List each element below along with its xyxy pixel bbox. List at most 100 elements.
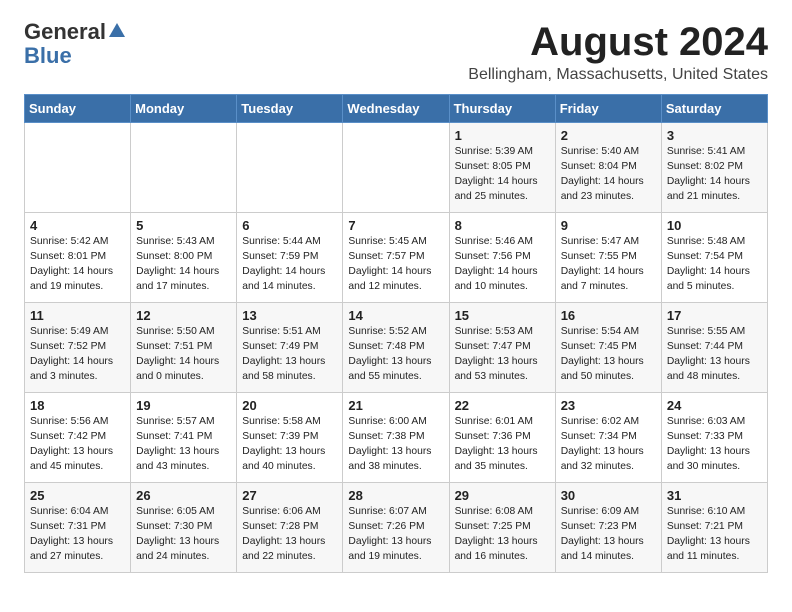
- cell-info: Daylight: 14 hours and 14 minutes.: [242, 265, 337, 295]
- calendar-cell: 14Sunrise: 5:52 AMSunset: 7:48 PMDayligh…: [343, 303, 449, 393]
- cell-info: Sunrise: 5:47 AM: [561, 235, 656, 250]
- calendar-cell: [131, 123, 237, 213]
- cell-info: Sunset: 7:55 PM: [561, 250, 656, 265]
- calendar-cell: 18Sunrise: 5:56 AMSunset: 7:42 PMDayligh…: [25, 393, 131, 483]
- calendar-cell: 7Sunrise: 5:45 AMSunset: 7:57 PMDaylight…: [343, 213, 449, 303]
- week-row-1: 1Sunrise: 5:39 AMSunset: 8:05 PMDaylight…: [25, 123, 768, 213]
- day-number: 11: [30, 308, 125, 323]
- calendar-cell: 2Sunrise: 5:40 AMSunset: 8:04 PMDaylight…: [555, 123, 661, 213]
- cell-info: Sunrise: 5:51 AM: [242, 325, 337, 340]
- day-number: 15: [455, 308, 550, 323]
- day-number: 13: [242, 308, 337, 323]
- cell-info: Sunset: 7:41 PM: [136, 430, 231, 445]
- calendar-cell: 25 Sunrise: 6:04 AMSunset: 7:31 PMDayligh…: [25, 483, 131, 573]
- cell-info: Daylight: 13 hours and 50 minutes.: [561, 355, 656, 385]
- day-number: 3: [667, 128, 762, 143]
- week-row-5: 25Sunrise: 6:04 AMSunset: 7:31 PMDayligh…: [25, 483, 768, 573]
- cell-info: Sunset: 7:33 PM: [667, 430, 762, 445]
- calendar-cell: 12Sunrise: 5:50 AMSunset: 7:51 PMDayligh…: [131, 303, 237, 393]
- calendar-cell: 8Sunrise: 5:46 AMSunset: 7:56 PMDaylight…: [449, 213, 555, 303]
- cell-info: Daylight: 14 hours and 25 minutes.: [455, 175, 550, 205]
- cell-info: Daylight: 14 hours and 0 minutes.: [136, 355, 231, 385]
- day-number: 19: [136, 398, 231, 413]
- cell-info: Sunset: 7:48 PM: [348, 340, 443, 355]
- cell-info: Sunrise: 6:03 AM: [667, 415, 762, 430]
- cell-info: Sunrise: 5:58 AM: [242, 415, 337, 430]
- cell-info: Daylight: 13 hours and 14 minutes.: [561, 535, 656, 565]
- cell-info: Daylight: 13 hours and 53 minutes.: [455, 355, 550, 385]
- cell-info: Daylight: 14 hours and 17 minutes.: [136, 265, 231, 295]
- calendar-cell: [25, 123, 131, 213]
- day-number: 8: [455, 218, 550, 233]
- cell-info: Sunset: 7:49 PM: [242, 340, 337, 355]
- cell-info: Daylight: 13 hours and 58 minutes.: [242, 355, 337, 385]
- cell-info: Sunset: 7:34 PM: [561, 430, 656, 445]
- cell-info: Sunset: 7:52 PM: [30, 340, 125, 355]
- cell-info: Sunset: 7:51 PM: [136, 340, 231, 355]
- day-number: 31: [667, 488, 762, 503]
- cell-info: Sunset: 7:30 PM: [136, 520, 231, 535]
- cell-info: Daylight: 13 hours and 55 minutes.: [348, 355, 443, 385]
- calendar-cell: 6Sunrise: 5:44 AMSunset: 7:59 PMDaylight…: [237, 213, 343, 303]
- day-number: 12: [136, 308, 231, 323]
- cell-info: Daylight: 13 hours and 24 minutes.: [136, 535, 231, 565]
- cell-info: Sunrise: 5:53 AM: [455, 325, 550, 340]
- calendar-cell: 27Sunrise: 6:06 AMSunset: 7:28 PMDayligh…: [237, 483, 343, 573]
- day-number: 18: [30, 398, 125, 413]
- calendar-cell: 21Sunrise: 6:00 AMSunset: 7:38 PMDayligh…: [343, 393, 449, 483]
- day-number: 2: [561, 128, 656, 143]
- cell-info: Sunrise: 5:42 AM: [30, 235, 125, 250]
- day-number: 4: [30, 218, 125, 233]
- header-cell-saturday: Saturday: [661, 95, 767, 123]
- header-cell-friday: Friday: [555, 95, 661, 123]
- calendar-cell: 20Sunrise: 5:58 AMSunset: 7:39 PMDayligh…: [237, 393, 343, 483]
- day-number: 25: [30, 488, 125, 503]
- calendar-cell: 19 Sunrise: 5:57 AMSunset: 7:41 PMDayligh…: [131, 393, 237, 483]
- cell-info: Sunrise: 5:46 AM: [455, 235, 550, 250]
- calendar-cell: 26Sunrise: 6:05 AMSunset: 7:30 PMDayligh…: [131, 483, 237, 573]
- cell-info: Daylight: 13 hours and 35 minutes.: [455, 445, 550, 475]
- logo-blue: Blue: [24, 44, 72, 68]
- day-number: 10: [667, 218, 762, 233]
- calendar-cell: 4 Sunrise: 5:42 AMSunset: 8:01 PMDaylight…: [25, 213, 131, 303]
- cell-info: Sunrise: 5:57 AM: [136, 415, 231, 430]
- header: General Blue August 2024 Bellingham, Mas…: [24, 20, 768, 84]
- header-cell-thursday: Thursday: [449, 95, 555, 123]
- header-cell-tuesday: Tuesday: [237, 95, 343, 123]
- day-number: 14: [348, 308, 443, 323]
- calendar-cell: 28Sunrise: 6:07 AMSunset: 7:26 PMDayligh…: [343, 483, 449, 573]
- cell-info: Sunset: 8:02 PM: [667, 160, 762, 175]
- cell-info: Sunrise: 6:04 AM: [30, 505, 125, 520]
- day-number: 29: [455, 488, 550, 503]
- cell-info: Daylight: 13 hours and 27 minutes.: [30, 535, 125, 565]
- cell-info: Sunrise: 6:01 AM: [455, 415, 550, 430]
- cell-info: Daylight: 14 hours and 3 minutes.: [30, 355, 125, 385]
- cell-info: Sunset: 8:01 PM: [30, 250, 125, 265]
- day-number: 27: [242, 488, 337, 503]
- cell-info: Sunset: 8:04 PM: [561, 160, 656, 175]
- week-row-4: 18Sunrise: 5:56 AMSunset: 7:42 PMDayligh…: [25, 393, 768, 483]
- cell-info: Daylight: 13 hours and 19 minutes.: [348, 535, 443, 565]
- day-number: 22: [455, 398, 550, 413]
- cell-info: Sunrise: 6:09 AM: [561, 505, 656, 520]
- cell-info: Daylight: 14 hours and 12 minutes.: [348, 265, 443, 295]
- day-number: 7: [348, 218, 443, 233]
- cell-info: Sunset: 7:54 PM: [667, 250, 762, 265]
- cell-info: Daylight: 14 hours and 19 minutes.: [30, 265, 125, 295]
- cell-info: Sunset: 7:26 PM: [348, 520, 443, 535]
- calendar-cell: 15 Sunrise: 5:53 AMSunset: 7:47 PMDayligh…: [449, 303, 555, 393]
- cell-info: Sunset: 7:47 PM: [455, 340, 550, 355]
- week-row-3: 11Sunrise: 5:49 AMSunset: 7:52 PMDayligh…: [25, 303, 768, 393]
- calendar-cell: 29Sunrise: 6:08 AMSunset: 7:25 PMDayligh…: [449, 483, 555, 573]
- cell-info: Daylight: 13 hours and 43 minutes.: [136, 445, 231, 475]
- day-number: 20: [242, 398, 337, 413]
- cell-info: Sunrise: 5:49 AM: [30, 325, 125, 340]
- cell-info: Sunrise: 6:06 AM: [242, 505, 337, 520]
- day-number: 6: [242, 218, 337, 233]
- cell-info: Sunrise: 6:00 AM: [348, 415, 443, 430]
- cell-info: Sunset: 7:31 PM: [30, 520, 125, 535]
- cell-info: Sunset: 7:56 PM: [455, 250, 550, 265]
- cell-info: Daylight: 13 hours and 48 minutes.: [667, 355, 762, 385]
- day-number: 30: [561, 488, 656, 503]
- calendar-cell: 22Sunrise: 6:01 AMSunset: 7:36 PMDayligh…: [449, 393, 555, 483]
